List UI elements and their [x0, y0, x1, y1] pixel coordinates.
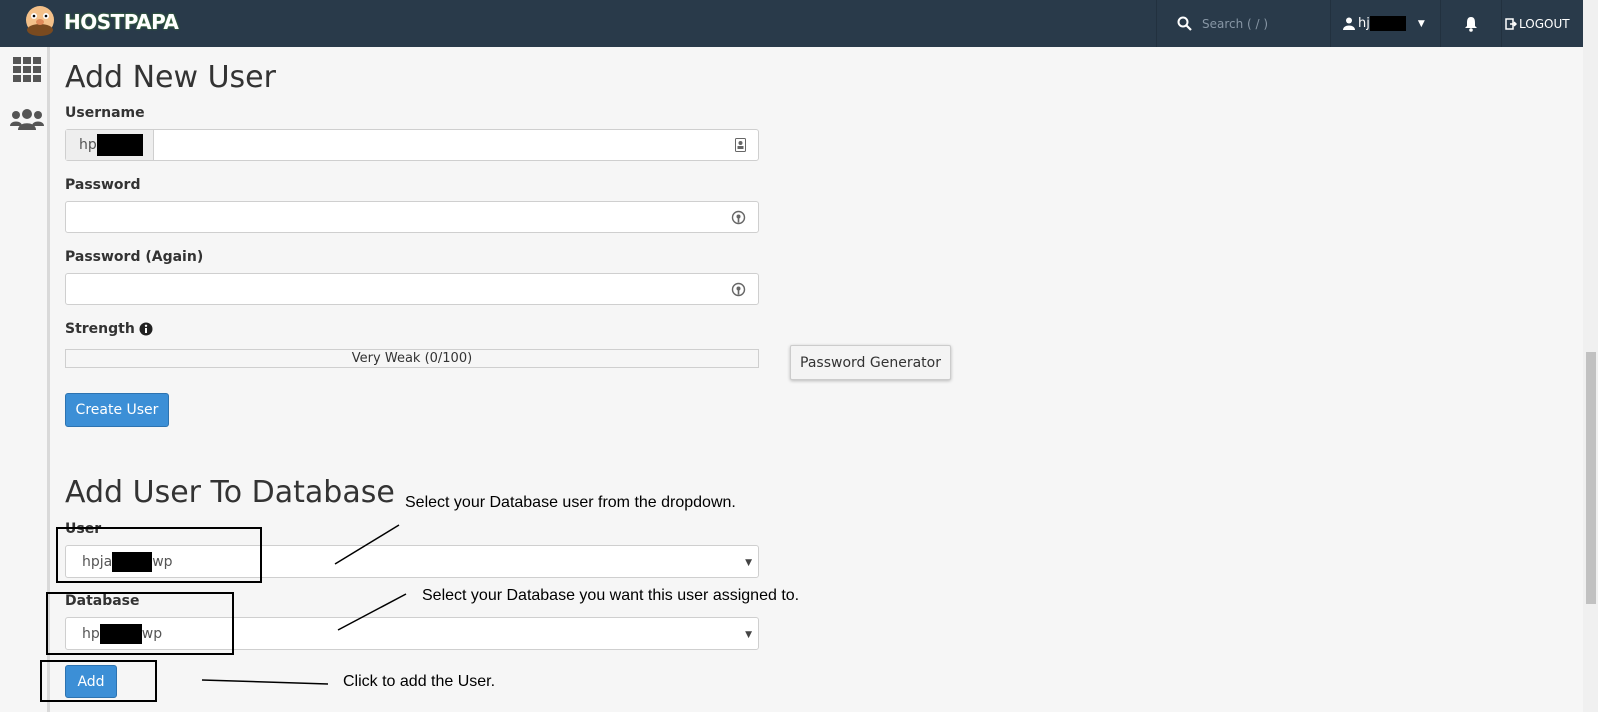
add-pointer-line	[201, 679, 329, 685]
password-input[interactable]	[65, 201, 759, 233]
contact-card-icon	[735, 138, 746, 152]
password-strength-meter: Very Weak (0/100)	[65, 349, 759, 368]
redacted-username	[1369, 16, 1406, 31]
password-generator-button[interactable]: Password Generator	[790, 345, 951, 380]
chevron-down-icon: ▼	[745, 558, 752, 568]
strength-label-row: Strength	[65, 321, 153, 337]
scrollbar-thumb[interactable]	[1586, 352, 1596, 604]
password-again-input[interactable]	[65, 273, 759, 305]
user-annotation: Select your Database user from the dropd…	[405, 494, 736, 511]
add-highlight-box	[40, 660, 157, 702]
database-highlight-box	[46, 592, 234, 655]
username-prefix: hp	[79, 137, 97, 153]
username-input[interactable]: hp	[65, 129, 759, 161]
password-field-label: Password	[65, 177, 141, 193]
username-label: hj	[1358, 16, 1370, 31]
username-field-label: Username	[65, 105, 145, 121]
add-user-to-database-title: Add User To Database	[65, 475, 395, 510]
left-sidebar	[0, 47, 50, 712]
logout-label: LOGOUT	[1519, 16, 1570, 31]
bell-icon	[1465, 16, 1477, 32]
top-navigation-bar: HOSTPAPA Search ( / ) hj ▼ LOGOUT	[0, 0, 1583, 47]
password-toggle-icon[interactable]	[731, 282, 746, 297]
hostpapa-logo[interactable]: HOSTPAPA	[20, 0, 179, 44]
chevron-down-icon: ▼	[1417, 18, 1425, 29]
papa-mascot-icon	[26, 6, 54, 36]
create-user-button[interactable]: Create User	[65, 393, 169, 427]
add-new-user-title: Add New User	[65, 60, 276, 95]
chevron-down-icon: ▼	[745, 630, 752, 640]
password-again-field-label: Password (Again)	[65, 249, 204, 265]
search-icon	[1177, 16, 1192, 31]
logout-button[interactable]: LOGOUT	[1505, 0, 1570, 47]
logout-icon	[1505, 17, 1517, 30]
info-icon[interactable]	[139, 322, 153, 336]
strength-label: Strength	[65, 321, 135, 337]
username-prefix-addon: hp	[66, 130, 154, 160]
strength-text: Very Weak (0/100)	[351, 351, 473, 366]
user-icon	[1343, 17, 1355, 30]
logo-text: HOSTPAPA	[64, 10, 179, 34]
redacted-prefix	[96, 134, 143, 156]
notifications-button[interactable]	[1441, 0, 1502, 47]
password-toggle-icon[interactable]	[731, 210, 746, 225]
users-icon[interactable]	[10, 109, 44, 131]
grid-icon[interactable]	[13, 57, 41, 83]
database-annotation: Select your Database you want this user …	[422, 587, 800, 604]
user-highlight-box	[56, 527, 262, 583]
user-menu[interactable]: hj ▼	[1331, 0, 1441, 47]
search-placeholder: Search ( / )	[1202, 16, 1269, 31]
search-box[interactable]: Search ( / )	[1156, 0, 1331, 47]
add-annotation: Click to add the User.	[343, 673, 496, 690]
